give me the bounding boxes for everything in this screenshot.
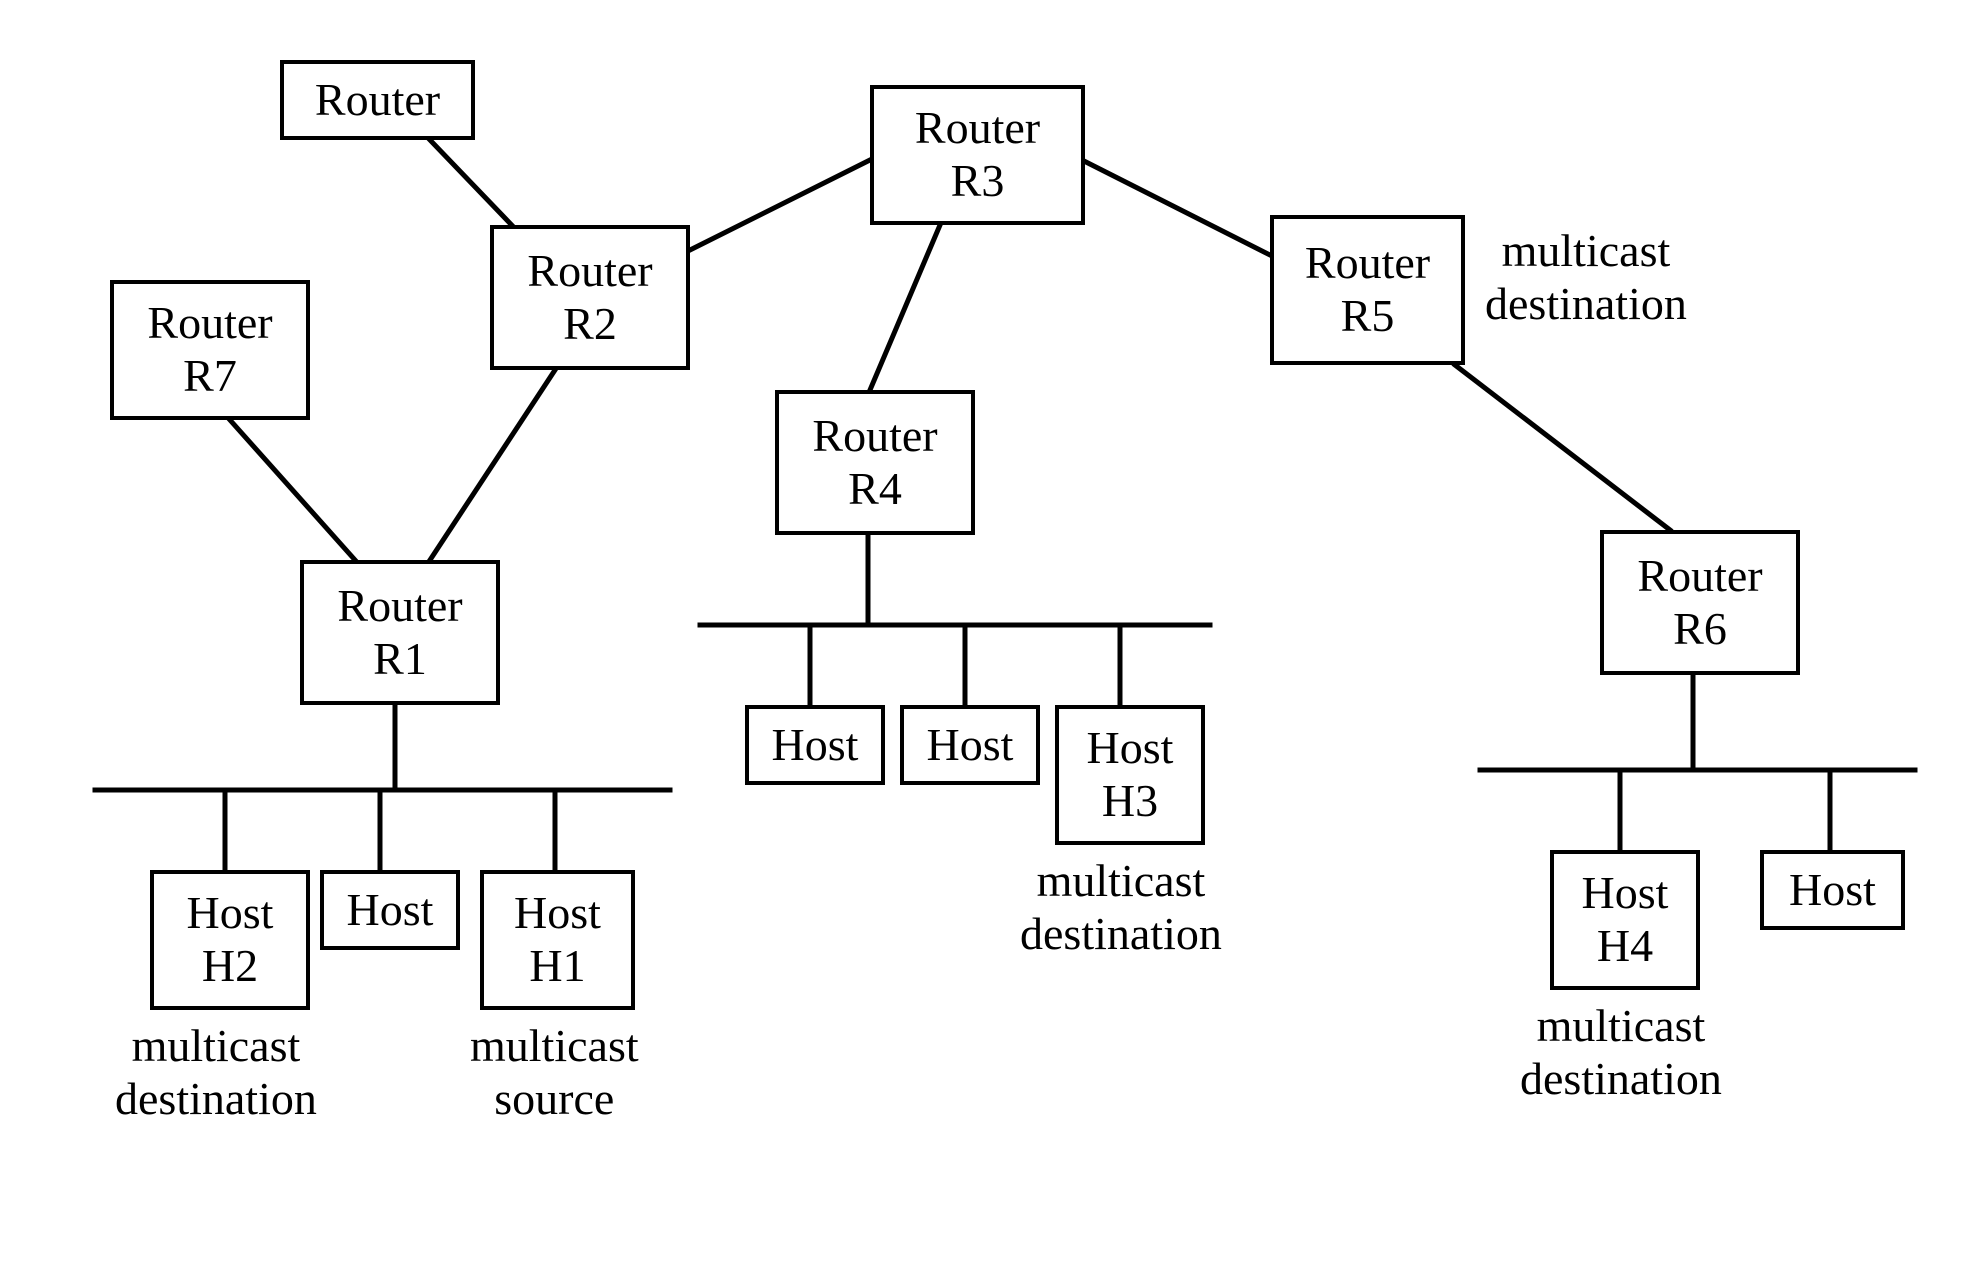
node-sublabel: R3	[951, 155, 1005, 208]
node-label: Host	[187, 887, 274, 940]
router-r5-node: Router R5	[1270, 215, 1465, 365]
router-node: Router	[280, 60, 475, 140]
host-h4-node: Host H4	[1550, 850, 1700, 990]
node-label: Host	[1789, 864, 1876, 917]
node-sublabel: H4	[1597, 920, 1653, 973]
host-node: Host	[1760, 850, 1905, 930]
router-r2-node: Router R2	[490, 225, 690, 370]
node-label: Router	[915, 102, 1040, 155]
node-label: Router	[1305, 237, 1430, 290]
annotation-multicast-source: multicast source	[470, 1020, 639, 1126]
node-label: Host	[927, 719, 1014, 772]
router-r3-node: Router R3	[870, 85, 1085, 225]
host-h3-node: Host H3	[1055, 705, 1205, 845]
node-label: Router	[1637, 550, 1762, 603]
host-h1-node: Host H1	[480, 870, 635, 1010]
node-label: Router	[315, 74, 440, 127]
node-label: Router	[337, 580, 462, 633]
node-label: Host	[1087, 722, 1174, 775]
annotation-multicast-destination: multicast destination	[1020, 855, 1222, 961]
node-sublabel: H1	[529, 940, 585, 993]
node-sublabel: R1	[373, 633, 427, 686]
node-label: Router	[527, 245, 652, 298]
annotation-multicast-destination: multicast destination	[115, 1020, 317, 1126]
host-node: Host	[320, 870, 460, 950]
node-sublabel: R2	[563, 298, 617, 351]
node-label: Host	[347, 884, 434, 937]
node-sublabel: R4	[848, 463, 902, 516]
node-label: Host	[514, 887, 601, 940]
node-sublabel: R5	[1341, 290, 1395, 343]
router-r4-node: Router R4	[775, 390, 975, 535]
annotation-multicast-destination: multicast destination	[1520, 1000, 1722, 1106]
node-label: Router	[812, 410, 937, 463]
node-label: Host	[1582, 867, 1669, 920]
router-r1-node: Router R1	[300, 560, 500, 705]
node-sublabel: R7	[183, 350, 237, 403]
node-sublabel: H2	[202, 940, 258, 993]
node-sublabel: R6	[1673, 603, 1727, 656]
annotation-multicast-destination: multicast destination	[1485, 225, 1687, 331]
node-label: Host	[772, 719, 859, 772]
host-node: Host	[900, 705, 1040, 785]
network-diagram: Router Router R2 Router R3 Router R5 Rou…	[0, 0, 1984, 1278]
host-node: Host	[745, 705, 885, 785]
host-h2-node: Host H2	[150, 870, 310, 1010]
node-label: Router	[147, 297, 272, 350]
node-sublabel: H3	[1102, 775, 1158, 828]
router-r7-node: Router R7	[110, 280, 310, 420]
router-r6-node: Router R6	[1600, 530, 1800, 675]
